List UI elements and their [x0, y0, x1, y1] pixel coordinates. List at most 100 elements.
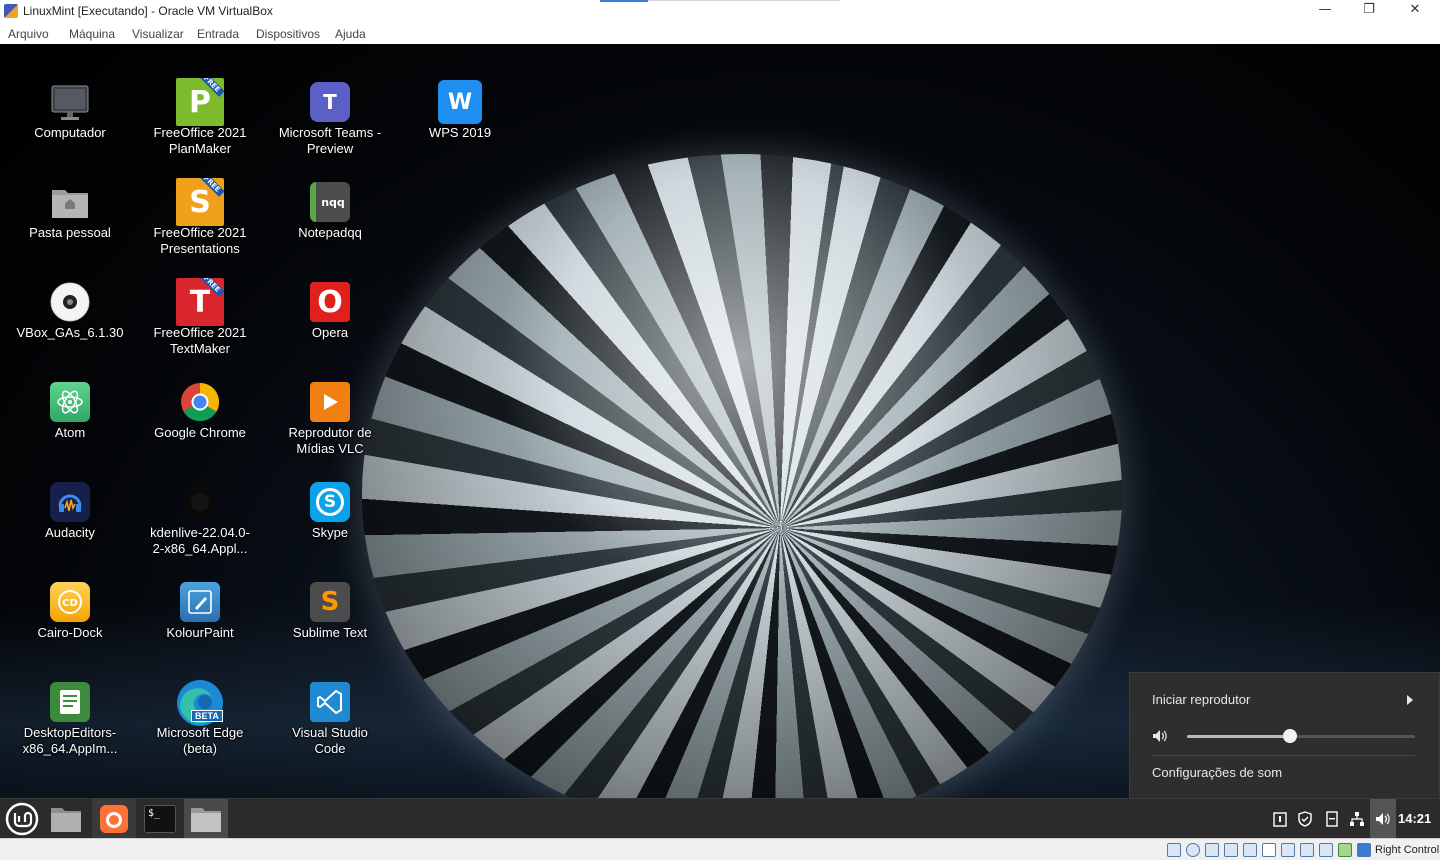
menu-bar: Arquivo Máquina Visualizar Entrada Dispo…: [0, 22, 1440, 44]
kolourpaint-icon: [180, 582, 220, 622]
menu-visualizar[interactable]: Visualizar: [132, 27, 184, 41]
virtualization-status-icon[interactable]: [1319, 843, 1333, 857]
skype-icon: S: [310, 482, 350, 522]
terminal-button[interactable]: $_: [138, 799, 182, 839]
sound-settings-item[interactable]: Configurações de som: [1152, 765, 1282, 780]
audacity-icon: [50, 482, 90, 522]
menu-arquivo[interactable]: Arquivo: [8, 27, 49, 41]
optical-drive-status-icon[interactable]: [1186, 843, 1200, 857]
svg-text:CD: CD: [62, 598, 78, 609]
icon-label: VBox_GAs_6.1.30: [16, 325, 124, 340]
beta-badge: BETA: [191, 710, 223, 722]
icon-label: Opera: [311, 325, 349, 340]
chrome-icon: [180, 382, 220, 422]
teams-icon: T: [310, 82, 350, 122]
menu-dispositivos[interactable]: Dispositivos: [256, 27, 320, 41]
window-titlebar: LinuxMint [Executando] - Oracle VM Virtu…: [0, 0, 1440, 22]
textmaker-icon: T FREE: [176, 278, 224, 326]
mint-menu-button[interactable]: [0, 799, 44, 839]
desktop-icon-kolourpaint[interactable]: KolourPaint: [135, 568, 265, 668]
audio-status-icon[interactable]: [1205, 843, 1219, 857]
desktop-icon-vbox-gas[interactable]: VBox_GAs_6.1.30: [5, 268, 135, 368]
terminal-icon: $_: [144, 805, 176, 833]
volume-slider-fill: [1187, 735, 1290, 738]
desktop-icon-wps[interactable]: W WPS 2019: [395, 68, 525, 168]
guest-taskbar: $_ 14:21: [0, 798, 1440, 839]
sound-applet-popup: Iniciar reprodutor Configurações de som: [1129, 672, 1440, 798]
titlebar-accent-line: [648, 0, 840, 1]
display-status-icon[interactable]: [1281, 843, 1295, 857]
desktop-icon-audacity[interactable]: Audacity: [5, 468, 135, 568]
restore-button[interactable]: ❐: [1346, 0, 1392, 22]
menu-ajuda[interactable]: Ajuda: [335, 27, 366, 41]
desktop-icon-computador[interactable]: Computador: [5, 68, 135, 168]
desktop-icon-opera[interactable]: O Opera: [265, 268, 395, 368]
volume-tray-icon[interactable]: [1375, 811, 1391, 827]
firefox-button[interactable]: [92, 799, 136, 839]
folder-window-button[interactable]: [184, 799, 228, 839]
desktop-icon-cairo-dock[interactable]: CD Cairo-Dock: [5, 568, 135, 668]
usb-status-icon[interactable]: [1243, 843, 1257, 857]
shared-folders-status-icon[interactable]: [1262, 843, 1276, 857]
window-title: LinuxMint [Executando] - Oracle VM Virtu…: [23, 4, 273, 18]
presentations-icon: S FREE: [176, 178, 224, 226]
clock[interactable]: 14:21: [1398, 811, 1431, 826]
desktop-icon-vlc[interactable]: Reprodutor de Mídias VLC: [265, 368, 395, 468]
disc-icon: [50, 282, 90, 322]
icon-label: Reprodutor de Mídias VLC: [288, 425, 372, 456]
file-manager-button[interactable]: [44, 799, 88, 839]
speaker-icon[interactable]: [1152, 729, 1168, 743]
keyboard-capture-status-icon[interactable]: [1357, 843, 1371, 857]
vlc-icon: [310, 382, 350, 422]
popup-separator: [1152, 755, 1415, 756]
mouse-integration-status-icon[interactable]: [1338, 843, 1352, 857]
volume-slider[interactable]: [1187, 729, 1415, 743]
icon-label: FreeOffice 2021 Presentations: [153, 225, 247, 256]
wps-icon: W: [438, 80, 482, 124]
icon-label: DesktopEditors- x86_64.AppIm...: [22, 725, 118, 756]
kdenlive-icon: [180, 482, 220, 522]
icon-label: Microsoft Teams - Preview: [278, 125, 382, 156]
desktop-icon-edge-beta[interactable]: BETA Microsoft Edge (beta): [135, 668, 265, 768]
close-button[interactable]: ✕: [1392, 0, 1438, 22]
volume-slider-handle[interactable]: [1283, 729, 1297, 743]
desktop-icon-desktop-editors[interactable]: DesktopEditors- x86_64.AppIm...: [5, 668, 135, 768]
sublime-icon: S: [310, 582, 350, 622]
virtualbox-logo-icon: [4, 4, 18, 18]
icon-label: Sublime Text: [292, 625, 368, 640]
icon-label: KolourPaint: [166, 625, 234, 640]
network-status-icon[interactable]: [1224, 843, 1238, 857]
icon-label: Skype: [311, 525, 349, 540]
menu-maquina[interactable]: Máquina: [69, 27, 115, 41]
video-capture-status-icon[interactable]: [1300, 843, 1314, 857]
desktop-icon-atom[interactable]: Atom: [5, 368, 135, 468]
desktop-icon-notepadqq[interactable]: nqq Notepadqq: [265, 168, 395, 268]
clipboard-tray-icon[interactable]: [1272, 811, 1288, 827]
notes-tray-icon[interactable]: [1324, 811, 1340, 827]
icon-label: Microsoft Edge (beta): [156, 725, 244, 756]
desktop-icon-skype[interactable]: S Skype: [265, 468, 395, 568]
icon-label: Atom: [54, 425, 86, 440]
desktop-icon-kdenlive[interactable]: kdenlive-22.04.0- 2-x86_64.Appl...: [135, 468, 265, 568]
monitor-icon: [50, 82, 90, 122]
guest-desktop[interactable]: Computador Pasta pessoal VBox_GAs_6.1.30…: [0, 44, 1440, 798]
hard-disk-status-icon[interactable]: [1167, 843, 1181, 857]
mint-menu-icon: [5, 802, 39, 836]
start-player-item[interactable]: Iniciar reprodutor: [1152, 692, 1250, 707]
desktop-icon-pasta-pessoal[interactable]: Pasta pessoal: [5, 168, 135, 268]
desktop-icon-presentations[interactable]: S FREE FreeOffice 2021 Presentations: [135, 168, 265, 268]
desktop-icon-textmaker[interactable]: T FREE FreeOffice 2021 TextMaker: [135, 268, 265, 368]
desktop-icon-planmaker[interactable]: P FREE FreeOffice 2021 PlanMaker: [135, 68, 265, 168]
desktop-icon-sublime[interactable]: S Sublime Text: [265, 568, 395, 668]
shield-tray-icon[interactable]: [1297, 811, 1313, 827]
planmaker-icon: P FREE: [176, 78, 224, 126]
desktop-icon-google-chrome[interactable]: Google Chrome: [135, 368, 265, 468]
network-tray-icon[interactable]: [1349, 811, 1365, 827]
menu-entrada[interactable]: Entrada: [197, 27, 239, 41]
desktop-icon-vscode[interactable]: Visual Studio Code: [265, 668, 395, 768]
icon-label: Pasta pessoal: [29, 225, 111, 240]
desktop-icon-teams[interactable]: T Microsoft Teams - Preview: [265, 68, 395, 168]
wallpaper-bubble-shade: [362, 154, 1122, 798]
minimize-button[interactable]: —: [1302, 0, 1348, 22]
icon-label: FreeOffice 2021 TextMaker: [153, 325, 247, 356]
